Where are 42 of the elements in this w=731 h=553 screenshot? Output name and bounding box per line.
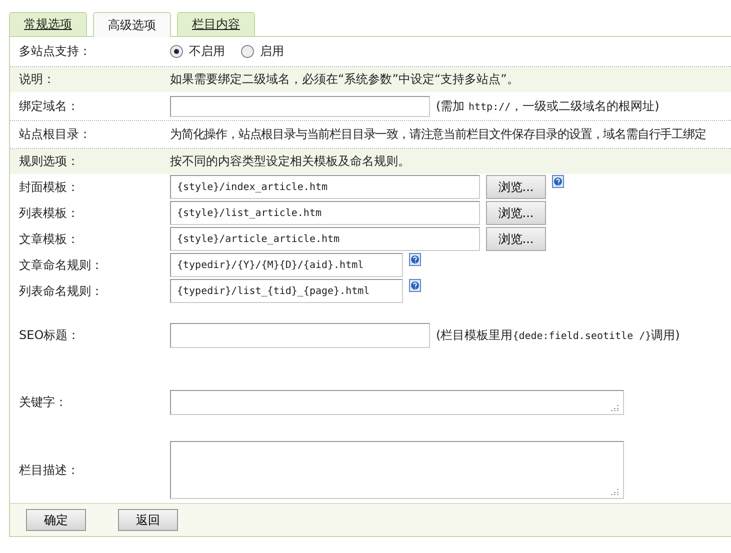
- tab[interactable]: 栏目内容: [177, 12, 255, 36]
- back-button[interactable]: 返回: [118, 509, 178, 531]
- field-label: 规则选项：: [19, 153, 80, 170]
- input-field[interactable]: {typedir}/list_{tid}_{page}.html: [170, 279, 403, 303]
- input-field[interactable]: {style}/index_article.htm: [170, 175, 480, 199]
- field-label: 列表命名规则：: [19, 282, 104, 300]
- description-text: 为简化操作，站点根目录与当前栏目目录一致，请注意当前栏目文件保存目录的设置，域名需自行手工绑定: [170, 126, 706, 143]
- radio-icon[interactable]: [170, 45, 183, 58]
- field-label: 多站点支持：: [19, 43, 92, 60]
- hint-text: (需加 http://，一级或二级域名的根网址): [436, 98, 660, 114]
- input-field[interactable]: [170, 96, 430, 116]
- browse-button[interactable]: 浏览...: [486, 227, 546, 251]
- field-label: 栏目描述：: [19, 462, 80, 478]
- radio-option[interactable]: 启用: [241, 43, 284, 60]
- radio-option[interactable]: 不启用: [170, 43, 225, 60]
- field-label: 站点根目录：: [19, 126, 92, 143]
- note-text: 如果需要绑定二级域名，必须在“系统参数”中设定“支持多站点”。: [170, 71, 519, 88]
- text-area[interactable]: [170, 390, 624, 414]
- text-area[interactable]: [170, 441, 624, 499]
- field-label: 列表模板：: [19, 204, 80, 222]
- input-field[interactable]: {style}/article_article.htm: [170, 227, 480, 251]
- browse-button[interactable]: 浏览...: [486, 175, 546, 199]
- tab[interactable]: 高级选项: [93, 12, 171, 37]
- field-label: 绑定域名：: [19, 98, 80, 114]
- field-label: 说明：: [19, 71, 56, 88]
- note-text: 按不同的内容类型设定相关模板及命名规则。: [170, 153, 410, 170]
- field-label: 封面模板：: [19, 178, 80, 196]
- field-label: 关键字：: [19, 394, 68, 410]
- hint-text: (栏目模板里用{dede:field.seotitle /}调用): [436, 327, 680, 344]
- tab[interactable]: 常规选项: [9, 12, 87, 36]
- browse-button[interactable]: 浏览...: [486, 201, 546, 225]
- input-field[interactable]: {style}/list_article.htm: [170, 201, 480, 225]
- field-label: SEO标题：: [19, 327, 81, 344]
- help-icon[interactable]: [409, 253, 421, 266]
- confirm-button[interactable]: 确定: [26, 509, 86, 531]
- input-field[interactable]: {typedir}/{Y}/{M}{D}/{aid}.html: [170, 253, 403, 277]
- help-icon[interactable]: [409, 279, 421, 292]
- field-label: 文章模板：: [19, 230, 80, 248]
- radio-icon[interactable]: [241, 45, 254, 58]
- input-field[interactable]: [170, 323, 430, 348]
- field-label: 文章命名规则：: [19, 256, 104, 274]
- help-icon[interactable]: [552, 175, 564, 188]
